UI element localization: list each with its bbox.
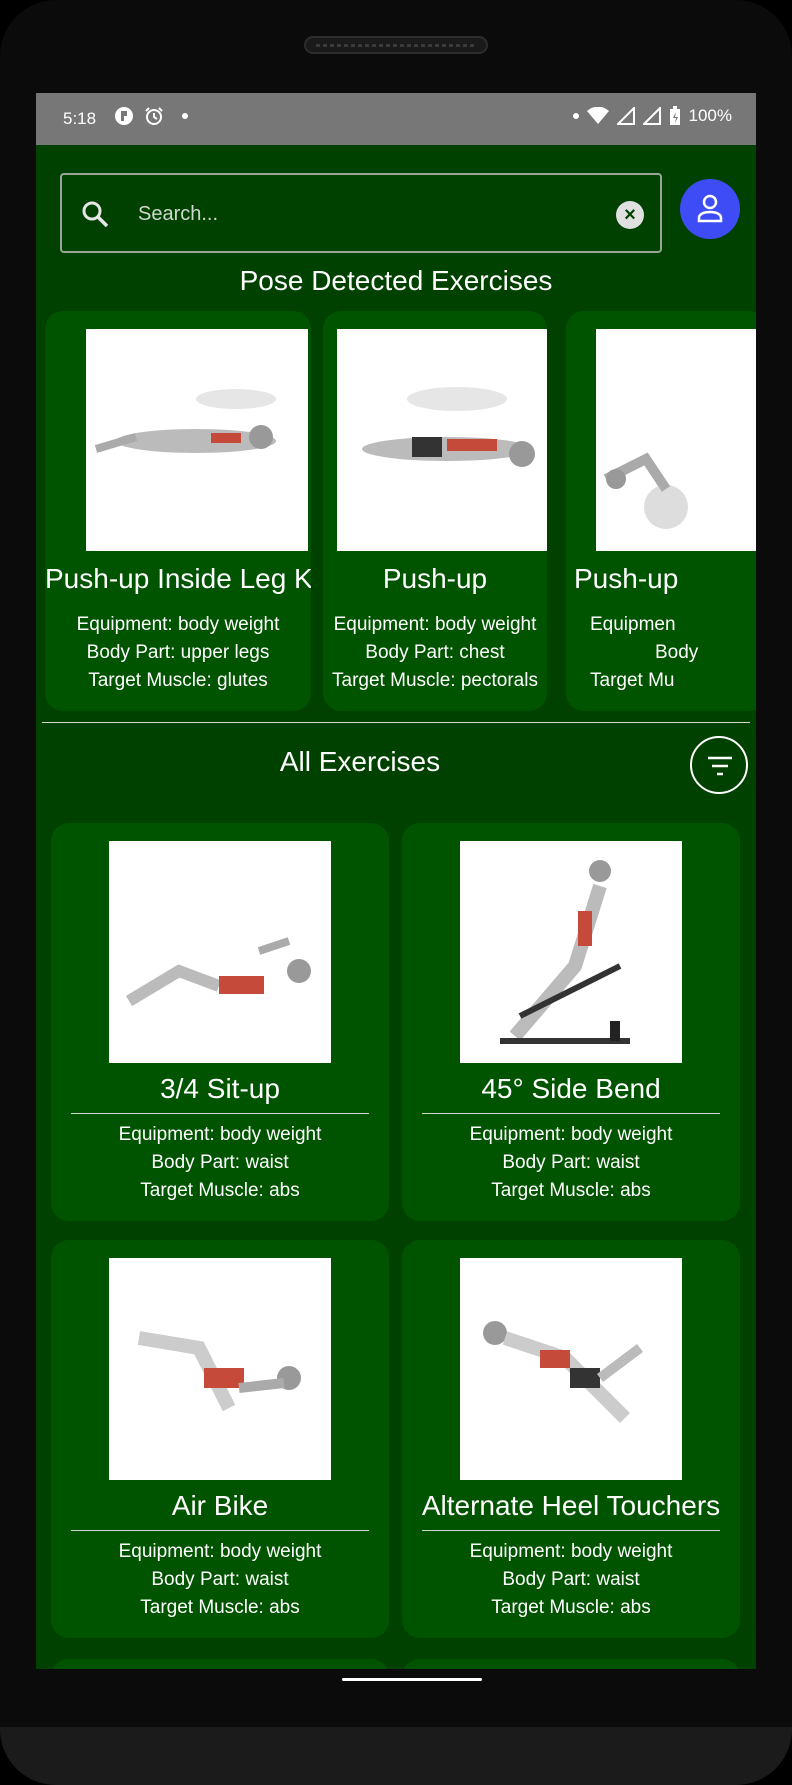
exercise-target: Target Muscle: abs xyxy=(140,1597,300,1618)
status-time: 5:18 xyxy=(63,109,97,128)
exercise-card[interactable]: 45° Side Bend Equipment: body weight Bod… xyxy=(402,823,740,1221)
filter-button[interactable] xyxy=(690,736,748,794)
exercise-target: Target Muscle: pectorals xyxy=(332,670,538,691)
exercise-image xyxy=(109,841,331,1063)
search-bar[interactable]: × xyxy=(60,173,662,253)
exercise-equipment: Equipment: body weight xyxy=(333,614,537,635)
exercise-card[interactable]: Push-up Equipment: body weight Body Part… xyxy=(323,311,547,711)
card-divider xyxy=(422,1530,720,1531)
exercise-body-part: Body Part: upper legs xyxy=(86,642,270,663)
exercise-name: 3/4 Sit-up xyxy=(160,1073,280,1104)
bottom-bezel xyxy=(0,1727,792,1785)
gesture-nav-handle[interactable] xyxy=(342,1678,482,1681)
exercise-name: Air Bike xyxy=(171,1490,269,1521)
exercise-image xyxy=(86,329,308,551)
exercise-image xyxy=(460,1258,682,1480)
app-screen: 5:18 100% × Pose Detected Exercis xyxy=(36,93,756,1669)
exercise-card[interactable]: 3/4 Sit-up Equipment: body weight Body P… xyxy=(51,823,389,1221)
exercise-card[interactable]: Alternate Heel Touchers Equipment: body … xyxy=(402,1240,740,1638)
pose-section-title: Pose Detected Exercises xyxy=(239,265,553,296)
wifi-icon xyxy=(586,107,609,124)
alarm-icon xyxy=(145,107,163,125)
exercise-target: Target Muscle: glutes xyxy=(88,670,268,691)
exercise-name: 45° Side Bend xyxy=(481,1073,661,1104)
exercise-target: Target Muscle: abs xyxy=(491,1597,651,1618)
exercise-card[interactable]: Push-up Equipmen Body Target Mu xyxy=(566,311,756,711)
card-divider xyxy=(71,1113,369,1114)
exercise-equipment: Equipment: body weight xyxy=(469,1541,673,1562)
exercise-name: Alternate Heel Touchers xyxy=(421,1490,721,1521)
exercise-equipment: Equipment: body weight xyxy=(118,1541,322,1562)
phone-frame: 5:18 100% × Pose Detected Exercis xyxy=(0,0,792,1785)
exercise-image xyxy=(337,329,547,551)
profile-button[interactable] xyxy=(680,179,740,239)
all-exercises-title: All Exercises xyxy=(279,746,441,777)
exercise-target: Target Muscle: abs xyxy=(140,1180,300,1201)
exercise-equipment: Equipment: body weight xyxy=(76,614,280,635)
battery-percent: 100% xyxy=(688,106,732,125)
exercise-body-part: Body Part: waist xyxy=(151,1152,289,1173)
exercise-body-part: Body Part: waist xyxy=(151,1569,289,1590)
exercise-image xyxy=(596,329,756,551)
search-input[interactable] xyxy=(136,193,560,235)
search-icon xyxy=(82,201,109,228)
speaker-grille xyxy=(304,36,488,54)
exercise-card-partial[interactable] xyxy=(51,1659,389,1669)
exercise-card[interactable]: Air Bike Equipment: body weight Body Par… xyxy=(51,1240,389,1638)
exercise-body-part: Body Part: waist xyxy=(502,1569,640,1590)
exercise-image xyxy=(460,841,682,1063)
filter-icon xyxy=(708,756,732,776)
section-divider xyxy=(42,722,750,723)
exercise-body-part: Body Part: chest xyxy=(365,642,505,663)
exercise-name: Push-up xyxy=(382,563,488,594)
notification-dot-icon xyxy=(572,113,579,119)
exercise-card-partial[interactable] xyxy=(402,1659,740,1669)
exercise-target: Target Muscle: abs xyxy=(491,1180,651,1201)
card-divider xyxy=(71,1530,369,1531)
exercise-card[interactable]: Push-up Inside Leg Kick Equipment: body … xyxy=(45,311,311,711)
exercise-name: Push-up Inside Leg Kick xyxy=(45,563,311,594)
exercise-equipment: Equipment: body weight xyxy=(469,1124,673,1145)
exercise-name: Push-up xyxy=(574,563,679,594)
exercise-equipment: Equipment: body weight xyxy=(118,1124,322,1145)
notification-dot-icon xyxy=(182,113,188,119)
battery-charging-icon xyxy=(669,106,680,125)
exercise-body-part: Body xyxy=(655,642,699,663)
status-bar: 5:18 100% xyxy=(36,93,756,145)
exercise-image xyxy=(109,1258,331,1480)
pose-exercise-carousel[interactable]: Push-up Inside Leg Kick Equipment: body … xyxy=(36,311,756,711)
person-icon xyxy=(697,194,723,223)
signal-icon xyxy=(616,107,635,125)
signal-icon-2 xyxy=(642,107,661,125)
app-notification-icon xyxy=(115,107,133,125)
exercise-target: Target Mu xyxy=(590,670,675,691)
clear-search-icon[interactable]: × xyxy=(616,201,644,229)
exercise-equipment: Equipmen xyxy=(590,614,676,635)
exercise-body-part: Body Part: waist xyxy=(502,1152,640,1173)
card-divider xyxy=(422,1113,720,1114)
